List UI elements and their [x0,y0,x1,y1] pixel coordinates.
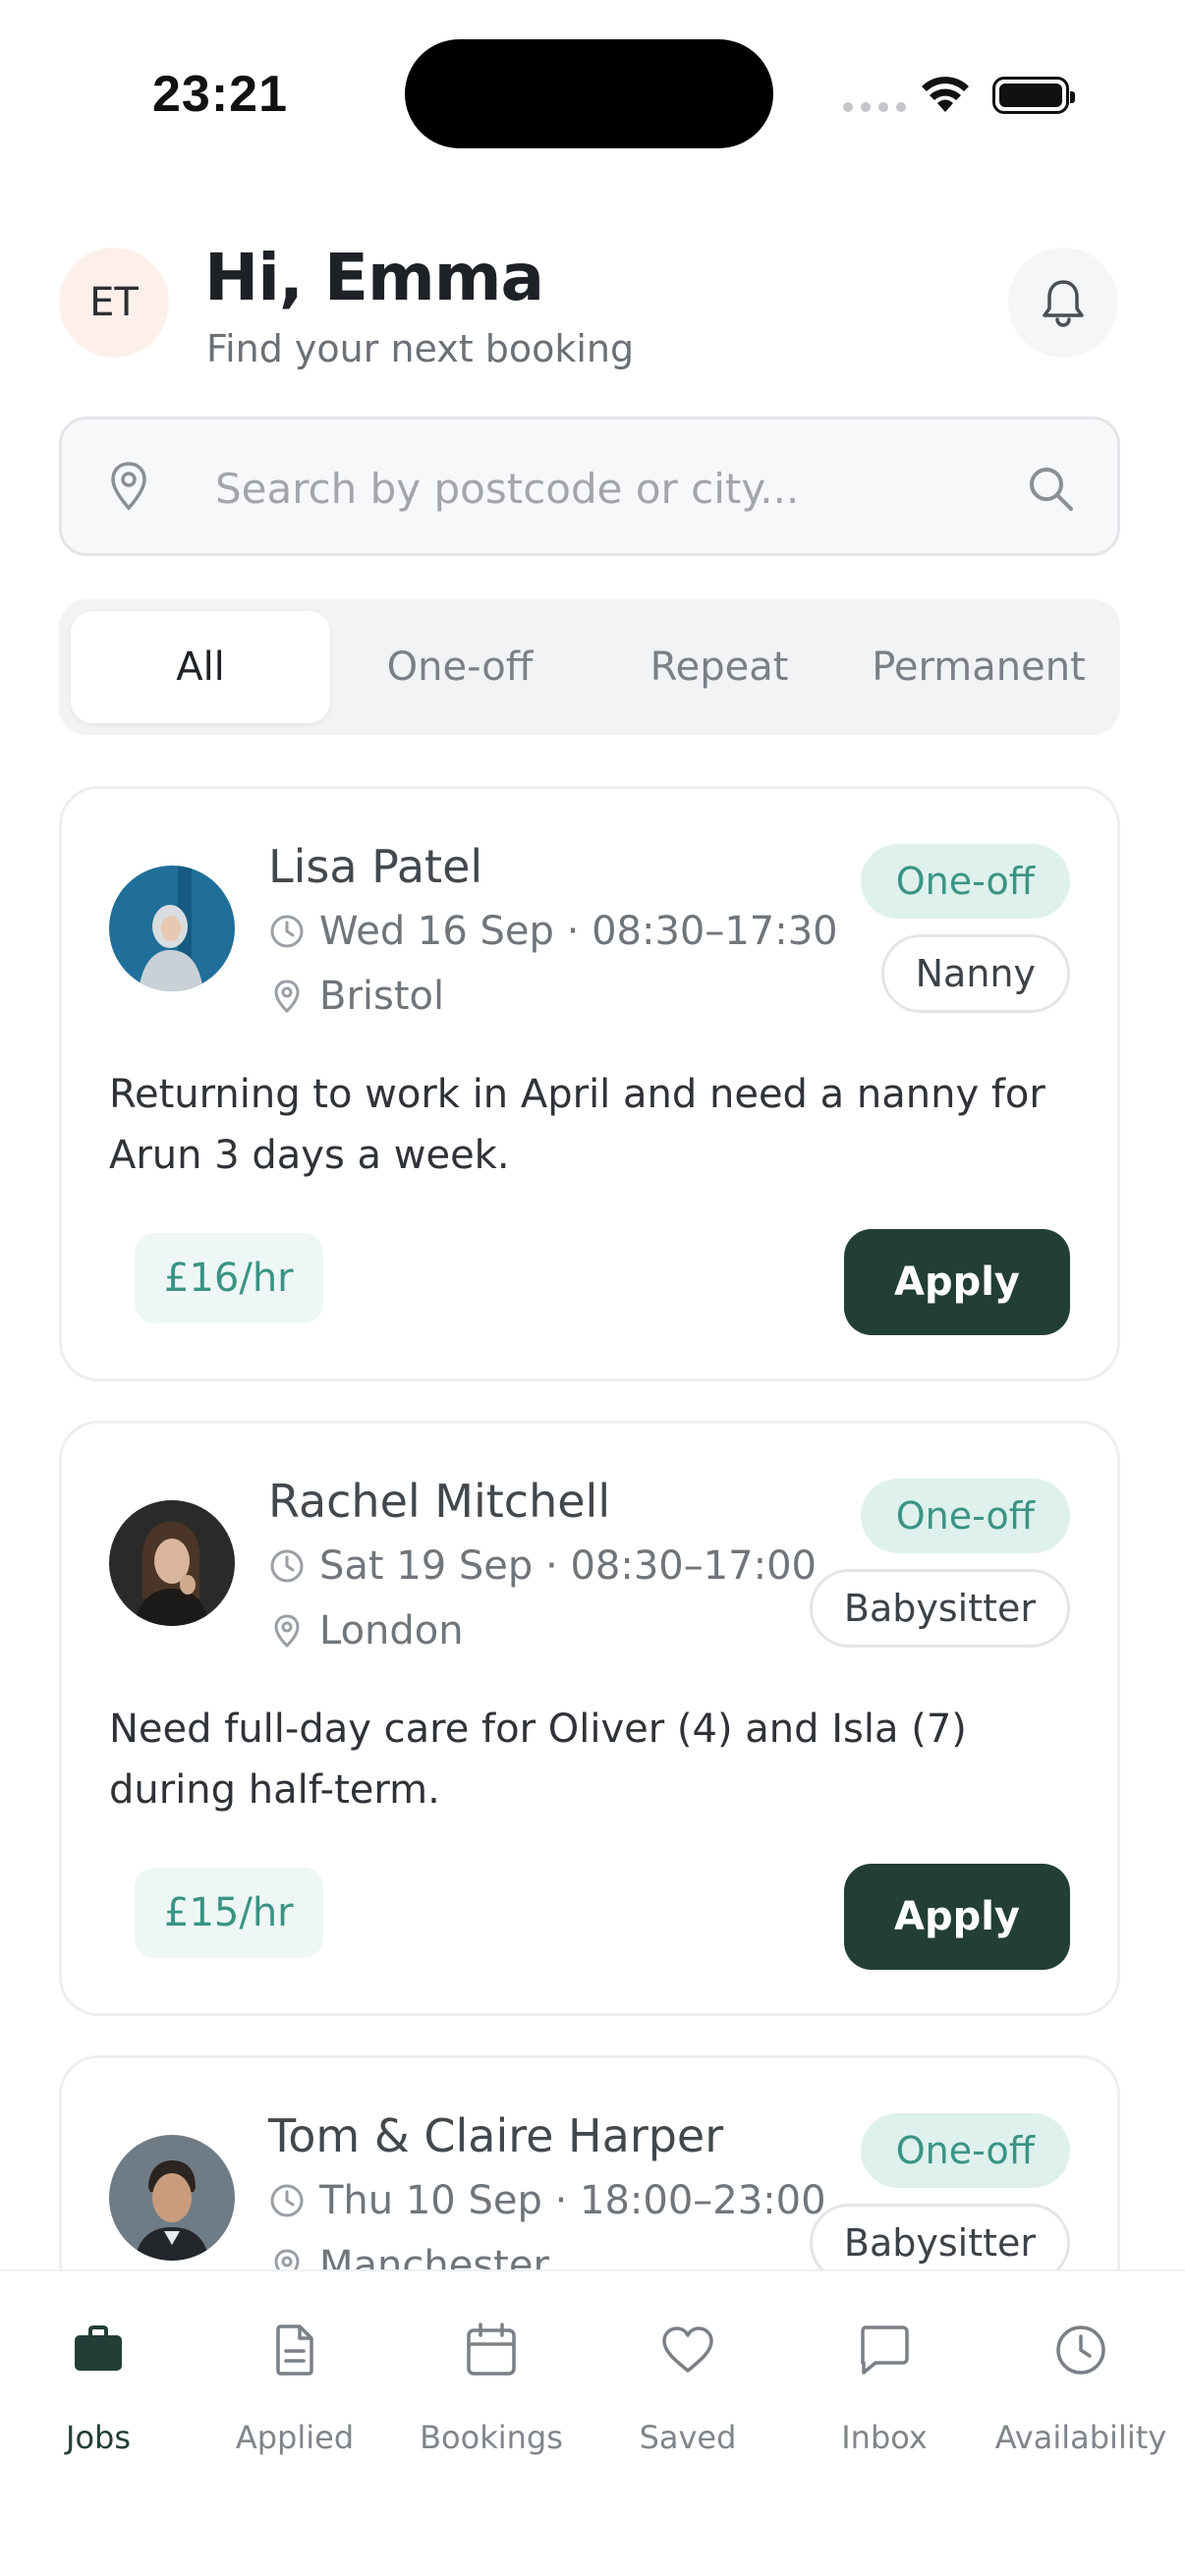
parent-avatar [109,2135,235,2261]
parent-avatar [109,866,235,991]
clock-icon [270,2184,304,2217]
cellular-signal-icon [843,102,906,112]
nav-bookings-label: Bookings [420,2419,563,2456]
nav-saved-label: Saved [639,2419,737,2456]
job-type-tabs: All One-off Repeat Permanent [59,599,1120,735]
job-date-text: Wed 16 Sep · 08:30–17:30 [319,909,838,954]
tab-all[interactable]: All [71,611,330,723]
job-description: Need full-day care for Oliver (4) and Is… [109,1707,967,1813]
location-pin-icon [274,1614,300,1649]
job-role-badge: Babysitter [809,1569,1070,1648]
battery-icon [992,77,1075,114]
location-pin-icon [111,462,146,511]
nav-jobs-label: Jobs [66,2419,131,2456]
parent-name: Tom & Claire Harper [268,2109,724,2162]
clock-icon [270,915,304,948]
tab-one-off[interactable]: One-off [330,611,590,723]
clock-icon [1056,2325,1105,2375]
clock-icon [270,1549,304,1583]
job-rate: £15/hr [135,1868,323,1958]
job-description: Returning to work in April and need a na… [109,1072,1045,1178]
job-date-text: Sat 19 Sep · 08:30–17:00 [319,1543,817,1589]
briefcase-icon [75,2325,122,2371]
status-time: 23:21 [152,66,288,123]
parent-name: Rachel Mitchell [268,1475,611,1528]
notifications-button[interactable] [1008,248,1118,358]
nav-inbox[interactable]: Inbox [786,2311,983,2456]
calendar-icon [467,2323,516,2376]
status-bar: 23:21 [0,0,1185,177]
user-avatar[interactable]: ET [59,248,169,358]
job-location-text: Bristol [319,974,445,1019]
apply-button[interactable]: Apply [844,1229,1070,1335]
apply-button[interactable]: Apply [844,1864,1070,1970]
greeting-subtitle: Find your next booking [206,327,635,370]
job-date-text: Thu 10 Sep · 18:00–23:00 [319,2178,826,2223]
nav-inbox-label: Inbox [841,2419,928,2456]
job-location: London [268,1608,464,1653]
job-date: Sat 19 Sep · 08:30–17:00 [268,1543,817,1589]
job-type-badge: One-off [860,2113,1070,2188]
job-location-text: London [319,1608,464,1653]
tab-repeat[interactable]: Repeat [590,611,849,723]
job-role-badge: Nanny [880,934,1070,1013]
job-card[interactable]: Rachel Mitchell Sat 19 Sep · 08:30–17:00… [59,1421,1120,2016]
parent-avatar [109,1500,235,1626]
parent-name: Lisa Patel [268,840,483,893]
nav-availability-label: Availability [994,2419,1167,2456]
nav-applied-label: Applied [235,2419,355,2456]
job-card[interactable]: Lisa Patel Wed 16 Sep · 08:30–17:30 Bris… [59,786,1120,1381]
bottom-navigation: Jobs Applied Bookings Saved Inbox Availa… [0,2269,1185,2576]
job-date: Thu 10 Sep · 18:00–23:00 [268,2178,826,2223]
document-icon [276,2324,313,2376]
location-pin-icon [274,980,300,1014]
job-type-badge: One-off [860,844,1070,919]
nav-bookings[interactable]: Bookings [393,2311,590,2456]
bell-icon [1043,280,1084,327]
job-location: Bristol [268,974,444,1019]
search-input[interactable]: Search by postcode or city... [59,417,1120,556]
nav-jobs[interactable]: Jobs [0,2311,197,2456]
search-icon[interactable] [1025,463,1078,516]
greeting-title: Hi, Emma [204,240,544,315]
chat-icon [861,2325,909,2375]
nav-saved[interactable]: Saved [590,2311,786,2456]
job-rate: £16/hr [135,1233,323,1323]
job-date: Wed 16 Sep · 08:30–17:30 [268,909,838,954]
wifi-icon [922,77,969,112]
nav-availability[interactable]: Availability [983,2311,1179,2456]
job-type-badge: One-off [860,1479,1070,1553]
tab-permanent[interactable]: Permanent [849,611,1108,723]
dynamic-island [405,39,773,148]
nav-applied[interactable]: Applied [197,2311,393,2456]
search-placeholder: Search by postcode or city... [215,465,800,513]
heart-icon [662,2326,713,2373]
